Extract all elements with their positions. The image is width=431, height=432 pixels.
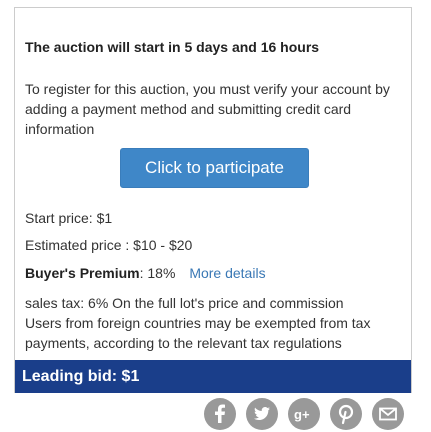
foreign-exemption-text: Users from foreign countries may be exem…: [25, 315, 371, 351]
leading-bid-bar: Leading bid: $1: [15, 360, 411, 393]
buyers-premium-value: : 18%: [139, 265, 176, 281]
auction-start-notice: The auction will start in 5 days and 16 …: [25, 39, 320, 55]
buyers-premium-label: Buyer's Premium: [25, 265, 140, 281]
estimated-price-label: Estimated price :: [25, 237, 130, 253]
buyers-premium-row: Buyer's Premium: 18% More details: [25, 265, 266, 281]
sales-tax-text: sales tax: 6% On the full lot's price an…: [25, 295, 344, 311]
estimated-price-value: $10 - $20: [133, 237, 193, 253]
start-price-label: Start price:: [25, 210, 93, 226]
google-plus-icon[interactable]: g+: [288, 398, 320, 430]
auction-panel: The auction will start in 5 days and 16 …: [14, 7, 412, 393]
facebook-icon[interactable]: [204, 398, 236, 430]
estimated-price-row: Estimated price : $10 - $20: [25, 237, 192, 253]
more-details-link[interactable]: More details: [189, 265, 265, 281]
tax-info: sales tax: 6% On the full lot's price an…: [25, 293, 410, 353]
email-icon[interactable]: [372, 398, 404, 430]
pinterest-icon[interactable]: [330, 398, 362, 430]
twitter-icon[interactable]: [246, 398, 278, 430]
register-instructions: To register for this auction, you must v…: [25, 81, 390, 137]
participate-button[interactable]: Click to participate: [120, 148, 309, 188]
start-price-value: $1: [96, 210, 113, 226]
start-price-row: Start price: $1: [25, 210, 112, 226]
